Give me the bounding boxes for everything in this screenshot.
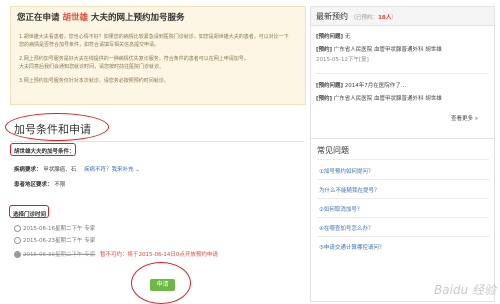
item-divider [315,73,489,74]
appointment-tag: [预约] [316,96,333,102]
faq-divider [317,217,489,218]
appointment-item[interactable]: [预约问题] 无 [316,32,350,40]
disease-value: 甲状腺癌、石 [43,167,77,173]
disease-label: 疾病要求： [14,167,42,173]
appointment-item[interactable]: [预约] 广东省人民医院 血管甲状腺普通外科 胡世雄 [316,94,442,102]
appointment-text: 2014年7月在医院作了... [344,83,407,89]
red-box-annotation [10,143,76,156]
faq-link[interactable]: ②如何取消加号？ [319,205,362,213]
count-prefix: （已预约： [350,15,379,21]
faq-panel: 常见问题 ①加号预约如何提问？ 为什么不能随我在提号？ ②如何取消加号？ ④在哪… [310,138,495,302]
faq-link[interactable]: ④在哪查加号怎么办？ [319,224,373,232]
faq-link[interactable]: ⑤申请交通计算哪控请问？ [319,243,384,251]
time-option[interactable]: 2015-06-16星期二下午 专家 [14,224,95,232]
time-option-label: 2015-06-30星期二下午 专家 [23,252,96,258]
region-row: 患者地区要求： 不限 [14,180,65,188]
faq-title: 常见问题 [317,146,349,155]
notice-title: 您正在申请 胡世雄 大夫的网上预约加号服务 [17,11,184,23]
red-box-annotation [9,205,49,218]
appointment-date: 2015-05-12下午[复] [316,57,369,63]
notice-line: 2.网上预约加号服务是好大夫在线提供的一种病情优先复诊服务，符合条件的患者可以在… [19,56,249,62]
view-more-link[interactable]: 查看更多 » [451,114,478,122]
region-label: 患者地区要求： [14,182,53,188]
section-divider [10,141,304,142]
faq-link[interactable]: ①加号预约如何提问？ [319,167,373,175]
faq-link[interactable]: 为什么不能随我在提号？ [319,186,380,194]
notice-line: 3.网上预约加号服务仅针对本次就诊，请您务必按照预约时间就诊。 [19,78,169,84]
notice-line: 1.胡世雄大夫看患者，您也心情不好？如果您的病情比较紧急请到医院门诊就诊，如您是… [19,34,289,40]
appointment-tag: [预约问题] [316,34,344,40]
time-option-label: 2015-06-16星期二下午 专家 [23,226,96,232]
appointment-item[interactable]: [预约问题] 2014年7月在医院作了... [316,81,406,89]
red-circle-annotation [5,113,109,141]
appointment-count: （已预约：18人） [350,15,397,21]
region-value: 不限 [54,182,66,188]
count-value: 18人 [378,15,392,21]
faq-divider [317,198,489,199]
appointment-tag: [预约] [316,47,333,53]
time-option[interactable]: 2015-06-30星期二下午 专家 暂不可约：将于2015-06-14日0点开… [14,250,218,258]
appointment-text: 广东省人民医院 血管甲状腺普通外科 胡世雄 [333,47,442,53]
doctor-name[interactable]: 胡世雄 [62,13,88,23]
notice-title-suffix: 大夫的网上预约加号服务 [90,13,185,23]
notice-line: 您的病情是否符合加号条件，如符合请填写相关信息提交申请。 [19,42,160,48]
booking-notice-panel: 您正在申请 胡世雄 大夫的网上预约加号服务 1.胡世雄大夫看患者，您也心情不好？… [10,6,306,105]
time-option-label: 2015-06-23星期二下午 专家 [23,238,96,244]
time-option[interactable]: 2015-06-23星期二下午 专家 [14,236,95,244]
notice-line: 大夫同意后我们会通知您就诊时间，请您按时前往医院门诊就诊。 [19,64,165,70]
time-option-note: 暂不可约：将于2015-06-14日0点开放预约申请 [99,252,218,258]
disease-feedback-link[interactable]: 疾病不符？我来补充 ⌄ [84,167,140,173]
radio-icon[interactable] [14,251,21,258]
appointment-tag: [预约问题] [316,83,344,89]
notice-title-prefix: 您正在申请 [17,13,60,23]
appointment-text: 无 [344,34,351,40]
latest-appointments-panel: 最新预约 （已预约：18人） [预约问题] 无 [预约] 广东省人民医院 血管甲… [310,6,495,140]
submit-button[interactable]: 申请 [150,279,175,291]
panel-title: 最新预约 （已预约：18人） [316,11,397,22]
faq-divider [317,179,489,180]
faq-divider [317,236,489,237]
faq-divider [317,159,489,160]
radio-icon[interactable] [14,237,21,244]
panel-title-text: 最新预约 [316,12,348,21]
radio-icon[interactable] [14,225,21,232]
baidu-watermark: Baidu 经验 [434,283,496,297]
panel-header: 最新预约 （已预约：18人） [311,7,494,26]
appointment-text: 广东省人民医院 血管甲状腺普通外科 胡世雄 [333,96,442,102]
appointment-item[interactable]: [预约] 广东省人民医院 血管甲状腺普通外科 胡世雄 [316,45,442,53]
disease-row: 疾病要求： 甲状腺癌、石 疾病不符？我来补充 ⌄ [14,165,140,173]
